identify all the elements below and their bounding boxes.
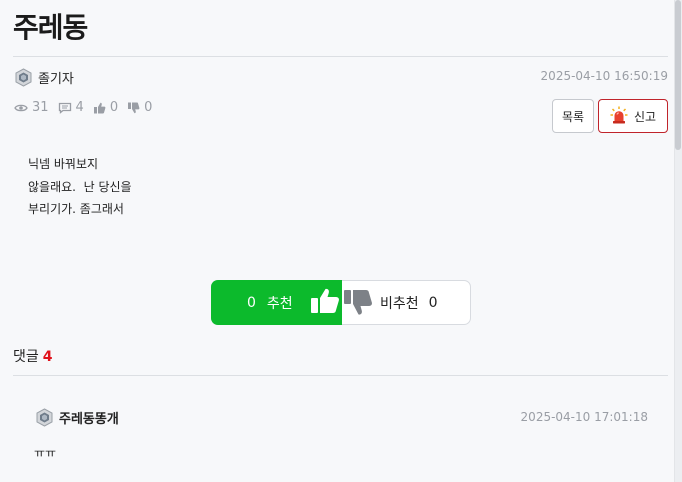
siren-icon (610, 106, 628, 127)
member-level-icon (14, 68, 33, 87)
dislikes-stat: 0 (127, 100, 152, 115)
comments-heading-label: 댓글 (13, 349, 39, 365)
thumbs-up-icon (310, 287, 341, 319)
comments-stat: 4 (58, 100, 84, 115)
post-date: 2025-04-10 16:50:19 (540, 69, 668, 83)
dislikes-count: 0 (144, 100, 153, 115)
content-line: 않을래요. 난 당신을 (28, 179, 132, 194)
not-recommend-button[interactable]: 비추천 0 (342, 280, 472, 325)
page-scrollbar[interactable] (674, 0, 682, 482)
post-content: 닉넴 바꿔보지 않을래요. 난 당신을 부리기가. 좀그래서 (28, 153, 132, 221)
recommend-label: 추천 (266, 295, 293, 312)
recommend-button[interactable]: 0 추천 (211, 280, 342, 325)
comment-date: 2025-04-10 17:01:18 (520, 410, 648, 424)
list-button[interactable]: 목록 (552, 99, 594, 133)
post-stats: 31 4 0 0 (14, 100, 157, 115)
likes-count: 0 (109, 100, 119, 115)
recommend-count: 0 (247, 294, 256, 311)
comment-text: ㅠㅠ (34, 446, 57, 460)
comments-heading: 댓글 4 (13, 346, 53, 366)
thumbs-down-icon (343, 289, 373, 320)
vote-box: 0 추천 비추천 0 (211, 280, 471, 325)
thumbs-down-icon (127, 102, 140, 114)
comments-count: 4 (75, 100, 84, 115)
comment-icon (58, 102, 72, 114)
content-line: 부리기가. 좀그래서 (28, 202, 124, 216)
content-line: 닉넴 바꿔보지 (28, 157, 99, 171)
likes-stat: 0 (93, 100, 118, 115)
comment-author[interactable]: 주레동똥개 (35, 408, 119, 427)
not-recommend-label: 비추천 (380, 295, 419, 312)
eye-icon (14, 103, 28, 113)
title-divider (13, 56, 668, 57)
comments-heading-count: 4 (42, 349, 53, 365)
post-author[interactable]: 졸기자 (14, 68, 74, 87)
views-stat: 31 (14, 100, 49, 115)
scrollbar-thumb[interactable] (675, 0, 681, 150)
comments-divider (13, 375, 668, 376)
not-recommend-count: 0 (428, 294, 438, 311)
comment-author-name[interactable]: 주레동똥개 (59, 408, 119, 427)
post-title: 주레동 (13, 11, 88, 44)
report-label: 신고 (633, 109, 657, 124)
author-name[interactable]: 졸기자 (38, 68, 74, 87)
thumbs-up-icon (93, 102, 106, 114)
views-count: 31 (32, 100, 49, 115)
member-level-icon (35, 408, 54, 427)
report-button[interactable]: 신고 (598, 99, 668, 133)
